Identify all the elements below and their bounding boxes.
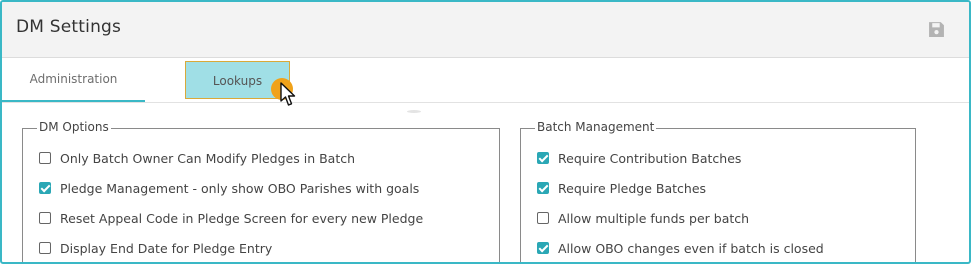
checkbox[interactable] [537, 152, 549, 164]
dm-options-legend: DM Options [37, 120, 111, 134]
batch-management-legend: Batch Management [535, 120, 657, 134]
checkbox[interactable] [39, 182, 51, 194]
dm-options-group: DM Options Only Batch Owner Can Modify P… [22, 120, 500, 262]
page-title: DM Settings [16, 17, 122, 37]
checkbox[interactable] [537, 182, 549, 194]
save-icon[interactable] [928, 21, 945, 38]
checkbox[interactable] [537, 212, 549, 224]
settings-panel: DM Settings Administration Lookups DM Op… [0, 0, 971, 264]
checkbox[interactable] [39, 212, 51, 224]
panel-header: DM Settings [2, 2, 969, 58]
mouse-pointer-icon [280, 82, 296, 106]
option-label: Require Contribution Batches [558, 151, 742, 166]
option-label: Pledge Management - only show OBO Parish… [60, 181, 420, 196]
tab-bar: Administration Lookups [2, 58, 969, 103]
option-label: Only Batch Owner Can Modify Pledges in B… [60, 151, 356, 166]
option-label: Display End Date for Pledge Entry [60, 241, 273, 256]
option-label: Allow OBO changes even if batch is close… [558, 241, 824, 256]
option-label: Reset Appeal Code in Pledge Screen for e… [60, 211, 424, 226]
option-label: Allow multiple funds per batch [558, 211, 750, 226]
checkbox[interactable] [39, 152, 51, 164]
option-label: Require Pledge Batches [558, 181, 707, 196]
checkbox[interactable] [537, 242, 549, 254]
tab-administration[interactable]: Administration [2, 58, 145, 102]
divider-mark [407, 110, 421, 113]
batch-management-group: Batch Management Require Contribution Ba… [520, 120, 916, 262]
checkbox[interactable] [39, 242, 51, 254]
